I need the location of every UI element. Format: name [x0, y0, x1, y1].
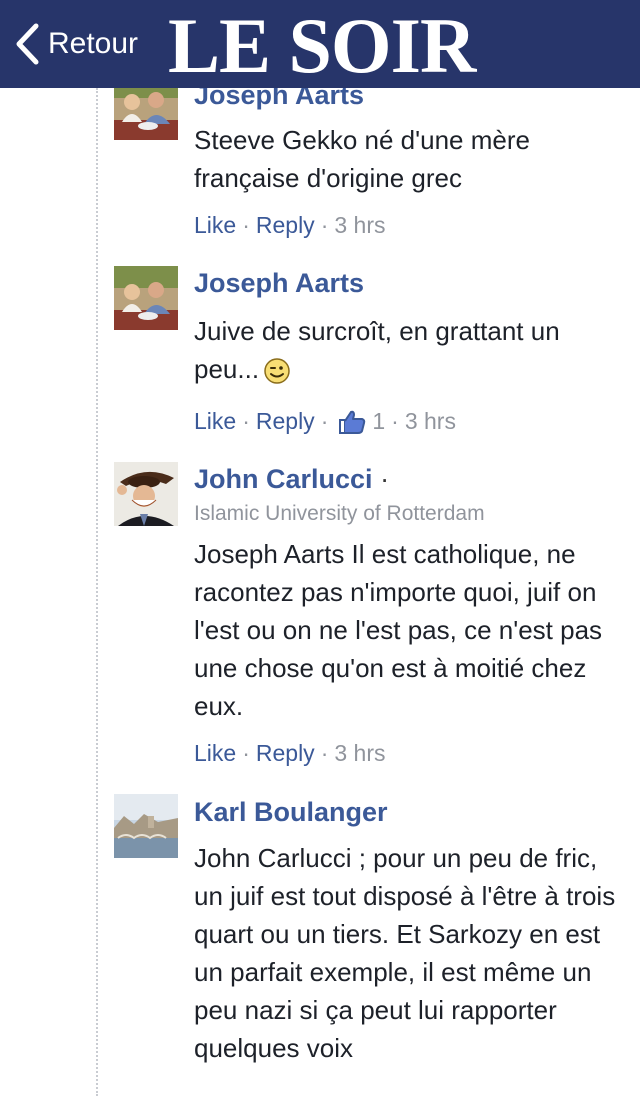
avatar[interactable]	[114, 462, 178, 526]
comment-author-name[interactable]: John Carlucci	[194, 464, 373, 494]
comment-text: John Carlucci ; pour un peu de fric, un …	[194, 843, 616, 1063]
comment-affiliation: Islamic University of Rotterdam	[194, 502, 485, 525]
thumbs-up-icon	[339, 410, 366, 434]
comment-text: Juive de surcroît, en grattant un peu...	[194, 312, 626, 388]
separator: ·	[320, 212, 329, 238]
comment-author[interactable]: Joseph Aarts	[194, 268, 364, 299]
like-link[interactable]: Like	[194, 212, 236, 239]
comment-author[interactable]: John Carlucci ·	[194, 464, 389, 495]
comment-time: 3 hrs	[404, 408, 456, 434]
app-header: Retour LE SOIR	[0, 0, 640, 88]
comment-actions: Like · Reply · 1 · 3 hrs	[194, 408, 456, 435]
reply-link[interactable]: Reply	[256, 212, 315, 239]
comment-text: Joseph Aarts Il est catholique, ne racon…	[194, 539, 603, 721]
separator: ·	[320, 408, 329, 434]
reply-link[interactable]: Reply	[256, 408, 315, 435]
like-link[interactable]: Like	[194, 740, 236, 767]
comment-author[interactable]: Karl Boulanger	[194, 797, 388, 828]
comment-actions: Like · Reply · 3 hrs	[194, 212, 386, 239]
like-link[interactable]: Like	[194, 408, 236, 435]
chevron-left-icon	[16, 23, 39, 65]
likes-count: 1	[372, 408, 386, 434]
reply-link[interactable]: Reply	[256, 740, 315, 767]
comment-actions: Like · Reply · 3 hrs	[194, 740, 386, 767]
separator: ·	[242, 408, 250, 434]
separator: ·	[242, 740, 250, 766]
back-button[interactable]: Retour	[14, 20, 138, 68]
thread-line	[96, 88, 98, 1096]
separator: ·	[320, 740, 329, 766]
avatar[interactable]	[114, 266, 178, 330]
comment-text-content: Juive de surcroît, en grattant un peu...	[194, 316, 560, 384]
avatar[interactable]	[114, 794, 178, 858]
separator: ·	[391, 408, 399, 434]
back-label: Retour	[48, 27, 139, 60]
separator-dot: ·	[380, 464, 390, 494]
comment-text: Steeve Gekko né d'une mère française d'o…	[194, 125, 530, 193]
brand-logo: LE SOIR	[168, 2, 476, 89]
comment-time: 3 hrs	[334, 212, 386, 238]
wink-emoji-icon	[264, 358, 290, 384]
separator: ·	[242, 212, 250, 238]
comment-time: 3 hrs	[334, 740, 386, 766]
